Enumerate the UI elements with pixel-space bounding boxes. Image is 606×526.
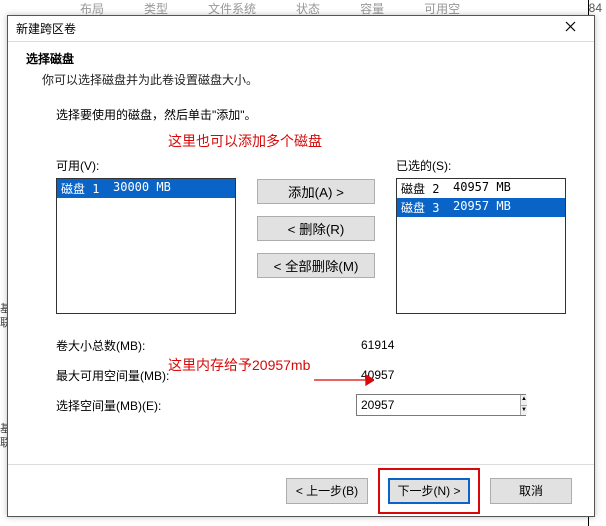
intro-sub: 你可以选择磁盘并为此卷设置磁盘大小。	[26, 71, 576, 88]
selected-item[interactable]: 磁盘 3 20957 MB	[397, 198, 565, 217]
intro-block: 选择磁盘 你可以选择磁盘并为此卷设置磁盘大小。	[8, 42, 594, 92]
select-space-input[interactable]	[357, 395, 520, 415]
background-value: 84	[589, 1, 602, 15]
close-icon	[565, 19, 576, 36]
next-button[interactable]: 下一步(N) >	[388, 478, 470, 504]
annotation-top: 这里也可以添加多个磁盘	[8, 127, 594, 151]
available-label: 可用(V):	[56, 157, 236, 174]
window-title: 新建跨区卷	[16, 16, 76, 42]
remove-all-button[interactable]: < 全部删除(M)	[257, 253, 375, 278]
available-listbox[interactable]: 磁盘 1 30000 MB	[56, 178, 236, 314]
total-size-label: 卷大小总数(MB):	[56, 337, 356, 354]
selected-listbox[interactable]: 磁盘 2 40957 MB 磁盘 3 20957 MB	[396, 178, 566, 314]
select-space-label: 选择空间量(MB)(E):	[56, 397, 356, 414]
total-size-value: 61914	[356, 335, 526, 355]
intro-heading: 选择磁盘	[26, 50, 576, 67]
back-button[interactable]: < 上一步(B)	[286, 478, 368, 504]
close-button[interactable]	[552, 17, 588, 41]
spin-up-icon[interactable]: ▲	[521, 395, 527, 406]
select-space-spinner[interactable]: ▲ ▼	[356, 394, 526, 416]
remove-button[interactable]: < 删除(R)	[257, 216, 375, 241]
dialog-footer: < 上一步(B) 下一步(N) > 取消	[8, 464, 594, 516]
add-button[interactable]: 添加(A) >	[257, 179, 375, 204]
annotation-next-highlight: 下一步(N) >	[378, 468, 480, 514]
max-space-value: 40957	[356, 365, 526, 385]
max-space-label: 最大可用空间量(MB):	[56, 367, 356, 384]
instruction-line: 选择要使用的磁盘，然后单击"添加"。	[8, 92, 594, 127]
available-item[interactable]: 磁盘 1 30000 MB	[57, 179, 235, 198]
selected-label: 已选的(S):	[396, 157, 566, 174]
cancel-button[interactable]: 取消	[490, 478, 572, 504]
spin-down-icon[interactable]: ▼	[521, 406, 527, 416]
titlebar: 新建跨区卷	[8, 16, 594, 42]
selected-item[interactable]: 磁盘 2 40957 MB	[397, 179, 565, 198]
new-spanned-volume-dialog: 新建跨区卷 选择磁盘 你可以选择磁盘并为此卷设置磁盘大小。 选择要使用的磁盘，然…	[7, 15, 595, 517]
